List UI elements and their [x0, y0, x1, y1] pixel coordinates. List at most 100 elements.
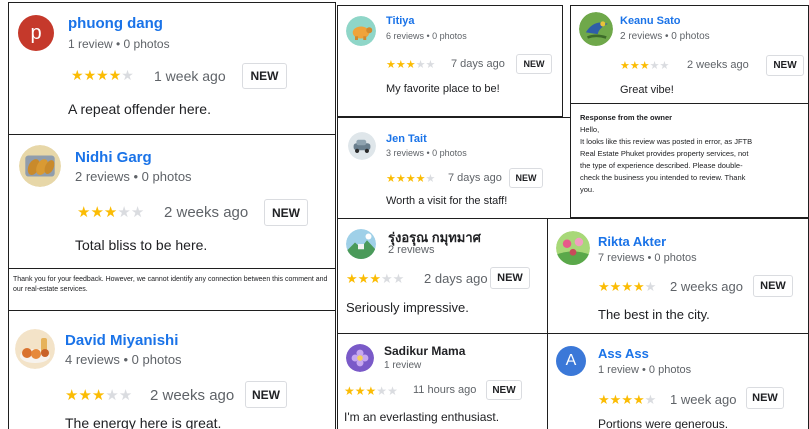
star-filled-icon: ★: [405, 59, 416, 71]
star-filled-icon: ★: [91, 387, 106, 404]
star-filled-icon: ★: [108, 67, 122, 83]
star-filled-icon: ★: [78, 387, 92, 404]
star-filled-icon: ★: [395, 173, 406, 185]
reviewer-name[interactable]: Rikta Akter: [598, 234, 666, 249]
star-empty-icon: ★: [376, 384, 388, 398]
owner-response-line: check the business you intended to revie…: [580, 173, 746, 182]
star-filled-icon: ★: [344, 384, 355, 398]
food-icon[interactable]: [15, 329, 55, 369]
star-empty-icon: ★: [118, 387, 133, 404]
star-filled-icon: ★: [632, 392, 645, 407]
review-card-titiya: Titiya 6 reviews • 0 photos ★★★★★ 7 days…: [337, 5, 563, 117]
star-filled-icon: ★: [621, 279, 633, 294]
reviewer-name[interactable]: phuong dang: [68, 15, 163, 32]
star-filled-icon: ★: [369, 271, 381, 286]
star-filled-icon: ★: [71, 67, 84, 83]
turtle-icon[interactable]: [346, 16, 376, 46]
reviewer-meta: 7 reviews • 0 photos: [598, 252, 697, 264]
review-text: Total bliss to be here.: [75, 237, 208, 253]
reviewer-meta: 3 reviews • 0 photos: [386, 148, 467, 158]
review-time: 2 weeks ago: [687, 59, 749, 71]
bird-icon[interactable]: [579, 12, 613, 46]
reviewer-meta: 1 review • 0 photos: [68, 37, 170, 51]
owner-response: Response from the owner Hello, It looks …: [580, 112, 806, 196]
star-rating: ★★★★★: [77, 203, 144, 221]
new-badge: NEW: [486, 380, 522, 400]
review-card-ass-ass: A Ass Ass 1 review • 0 photos ★★★★★ 1 we…: [547, 333, 809, 429]
star-empty-icon: ★: [130, 204, 145, 221]
owner-response-line: It looks like this review was posted in …: [580, 137, 753, 146]
landscape-icon[interactable]: [346, 229, 376, 259]
review-time: 2 days ago: [424, 271, 488, 286]
star-empty-icon: ★: [105, 387, 119, 404]
new-badge: NEW: [516, 54, 552, 74]
star-filled-icon: ★: [354, 384, 366, 398]
reviewer-meta: 1 review • 0 photos: [598, 364, 692, 376]
avatar[interactable]: p: [18, 15, 54, 51]
star-filled-icon: ★: [386, 173, 396, 185]
new-badge: NEW: [242, 63, 287, 89]
reviewer-name[interactable]: Ass Ass: [598, 346, 649, 361]
garden-icon[interactable]: [556, 231, 590, 265]
reviewer-name[interactable]: Nidhi Garg: [75, 149, 152, 166]
star-filled-icon: ★: [77, 204, 91, 221]
star-filled-icon: ★: [629, 60, 640, 72]
reviewer-meta: 4 reviews • 0 photos: [65, 352, 182, 367]
review-time: 7 days ago: [448, 172, 502, 184]
star-rating: ★★★★★: [346, 271, 404, 287]
review-card-jen-tait: Jen Tait 3 reviews • 0 photos ★★★★★ 7 da…: [337, 117, 571, 220]
star-rating: ★★★★★: [620, 59, 669, 72]
review-text: My favorite place to be!: [386, 83, 500, 95]
review-text: Great vibe!: [620, 84, 674, 96]
star-filled-icon: ★: [598, 279, 610, 294]
star-empty-icon: ★: [425, 173, 436, 185]
review-card-nidhi-garg: Nidhi Garg 2 reviews • 0 photos ★★★★★ 2 …: [8, 134, 336, 270]
reviewer-name[interactable]: Titiya: [386, 15, 415, 27]
review-card-rung-arun: รุ่งอรุณ กมุทมาศ 2 reviews ★★★★★ 2 days …: [337, 218, 548, 334]
reviewer-name[interactable]: Jen Tait: [386, 133, 427, 145]
review-text: The energy here is great.: [65, 415, 222, 429]
review-time: 1 week ago: [670, 392, 737, 407]
star-rating: ★★★★★: [344, 384, 398, 398]
reviewer-name[interactable]: David Miyanishi: [65, 332, 178, 349]
star-filled-icon: ★: [357, 271, 370, 286]
star-empty-icon: ★: [649, 60, 660, 72]
new-badge: NEW: [245, 381, 287, 408]
review-text: Worth a visit for the staff!: [386, 195, 508, 207]
car-icon[interactable]: [348, 132, 376, 160]
star-filled-icon: ★: [598, 392, 610, 407]
star-empty-icon: ★: [644, 392, 657, 407]
owner-response-line: Hello,: [580, 125, 600, 134]
star-empty-icon: ★: [644, 279, 657, 294]
star-empty-icon: ★: [380, 271, 393, 286]
star-empty-icon: ★: [121, 67, 134, 83]
owner-response-card: Response from the owner Hello, It looks …: [570, 103, 809, 218]
star-filled-icon: ★: [620, 60, 630, 72]
star-empty-icon: ★: [117, 204, 131, 221]
new-badge: NEW: [746, 387, 784, 409]
star-filled-icon: ★: [386, 59, 396, 71]
star-filled-icon: ★: [609, 279, 622, 294]
review-text: A repeat offender here.: [68, 101, 211, 117]
star-filled-icon: ★: [609, 392, 622, 407]
reviewer-name[interactable]: Keanu Sato: [620, 15, 681, 27]
star-filled-icon: ★: [90, 204, 104, 221]
reviewer-name[interactable]: Sadikur Mama: [384, 344, 465, 358]
owner-response-title: Response from the owner: [580, 113, 673, 122]
star-filled-icon: ★: [96, 67, 109, 83]
review-text: Seriously impressive.: [346, 300, 469, 315]
star-filled-icon: ★: [632, 279, 645, 294]
owner-response-line: the type of experience described. Please…: [580, 161, 743, 170]
flower-icon[interactable]: [346, 344, 374, 372]
review-time: 2 weeks ago: [150, 387, 235, 404]
reviewer-meta: 6 reviews • 0 photos: [386, 31, 467, 41]
new-badge: NEW: [490, 267, 530, 289]
star-filled-icon: ★: [103, 204, 118, 221]
star-empty-icon: ★: [392, 271, 405, 286]
reviewer-meta: 2 reviews: [388, 244, 435, 256]
review-time: 2 weeks ago: [670, 279, 743, 294]
star-rating: ★★★★★: [386, 58, 435, 71]
star-rating: ★★★★★: [65, 386, 132, 404]
avatar[interactable]: A: [556, 346, 586, 376]
bread-icon[interactable]: [19, 145, 61, 187]
